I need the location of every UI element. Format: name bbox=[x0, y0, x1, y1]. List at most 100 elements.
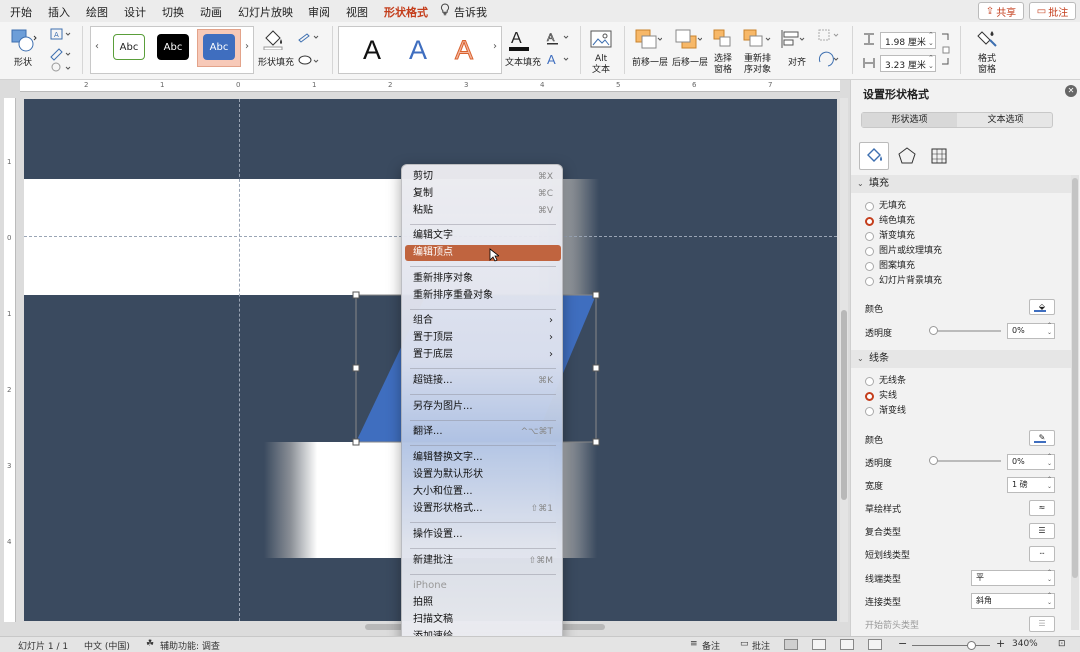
menu-item-send-to-back[interactable]: 置于底层 › bbox=[405, 347, 561, 363]
wordart-style-black[interactable]: A bbox=[363, 35, 381, 65]
menu-item-set-default-shape[interactable]: 设置为默认形状 bbox=[405, 467, 561, 483]
shape-style-swatch-blue[interactable]: Abc bbox=[203, 34, 235, 60]
align-icon[interactable] bbox=[780, 28, 806, 52]
vertical-guide[interactable] bbox=[239, 99, 240, 621]
normal-view-button[interactable] bbox=[784, 639, 798, 650]
height-stepper-icon[interactable]: ⌃ ⌄ bbox=[928, 31, 934, 47]
fill-color-picker[interactable]: ⬙ bbox=[1029, 299, 1055, 315]
wordart-style-orange-outline[interactable]: A bbox=[454, 35, 473, 66]
zoom-slider[interactable] bbox=[912, 645, 990, 646]
menu-item-bring-to-front[interactable]: 置于顶层 › bbox=[405, 330, 561, 346]
fill-line-category[interactable] bbox=[859, 142, 889, 170]
zoom-out-button[interactable]: − bbox=[898, 637, 907, 650]
language-indicator[interactable]: 中文 (中国) bbox=[84, 639, 130, 652]
zoom-level[interactable]: 340% bbox=[1012, 639, 1038, 649]
selection-pane-icon[interactable] bbox=[712, 28, 734, 52]
menu-item-edit-text[interactable]: 编辑文字 bbox=[405, 228, 561, 244]
shape-style-swatch-outline[interactable]: Abc bbox=[113, 34, 145, 60]
menu-item-format-shape[interactable]: 设置形状格式... ⇧⌘1 bbox=[405, 501, 561, 517]
slideshow-view-button[interactable] bbox=[868, 639, 882, 650]
gallery-next-icon[interactable]: › bbox=[493, 41, 497, 52]
tab-design[interactable]: 设计 bbox=[124, 4, 146, 20]
bring-forward-icon[interactable] bbox=[634, 28, 662, 52]
sketch-style-dropdown[interactable]: ≈ bbox=[1029, 500, 1055, 516]
share-button[interactable]: ⇪ 共享 bbox=[978, 2, 1024, 20]
menu-item-paste[interactable]: 粘贴 ⌘V bbox=[405, 203, 561, 219]
menu-item-hyperlink[interactable]: 超链接... ⌘K bbox=[405, 373, 561, 389]
format-pane-icon[interactable] bbox=[976, 28, 1000, 52]
tab-draw[interactable]: 绘图 bbox=[86, 4, 108, 20]
fill-option-pattern[interactable]: 图案填充 bbox=[865, 259, 1035, 273]
text-fill-icon[interactable]: A bbox=[508, 28, 530, 52]
line-option-none[interactable]: 无线条 bbox=[865, 374, 1035, 388]
tab-shape-format[interactable]: 形状格式 bbox=[384, 4, 428, 25]
canvas-vertical-scroll-thumb[interactable] bbox=[841, 310, 847, 500]
line-option-solid[interactable]: 实线 bbox=[865, 389, 1035, 403]
insert-shapes-icon[interactable] bbox=[10, 28, 38, 54]
gallery-prev-icon[interactable]: ‹ bbox=[95, 41, 99, 52]
pane-scroll-thumb[interactable] bbox=[1072, 178, 1078, 578]
reading-view-button[interactable] bbox=[840, 639, 854, 650]
tab-home[interactable]: 开始 bbox=[10, 4, 32, 20]
menu-item-edit-points[interactable]: 编辑顶点 bbox=[405, 245, 561, 261]
menu-item-scan-documents[interactable]: 扫描文稿 bbox=[405, 612, 561, 628]
slide-sorter-view-button[interactable] bbox=[812, 639, 826, 650]
begin-arrow-type-dropdown[interactable]: ☰ bbox=[1029, 616, 1055, 632]
line-option-gradient[interactable]: 渐变线 bbox=[865, 404, 1035, 418]
fill-option-none[interactable]: 无填充 bbox=[865, 199, 1035, 213]
line-transparency-input[interactable]: 0% bbox=[1007, 453, 1055, 470]
line-section-header[interactable]: ⌄ 线条 bbox=[851, 350, 1071, 368]
text-outline-effects-icons[interactable]: A A bbox=[544, 28, 574, 72]
tab-animations[interactable]: 动画 bbox=[200, 4, 222, 20]
line-color-picker[interactable]: ✎ bbox=[1029, 430, 1055, 446]
size-properties-icon[interactable] bbox=[929, 146, 949, 166]
cap-type-dropdown[interactable]: 平 bbox=[971, 569, 1055, 586]
tab-slideshow[interactable]: 幻灯片放映 bbox=[238, 4, 293, 20]
close-icon[interactable]: ✕ bbox=[1065, 85, 1077, 97]
tab-view[interactable]: 视图 bbox=[346, 4, 368, 20]
menu-item-take-photo[interactable]: 拍照 bbox=[405, 595, 561, 611]
dash-type-dropdown[interactable]: ┄ bbox=[1029, 546, 1055, 562]
group-rotate-icons[interactable] bbox=[816, 28, 846, 72]
menu-item-save-as-picture[interactable]: 另存为图片... bbox=[405, 399, 561, 415]
resize-handle[interactable] bbox=[352, 438, 360, 446]
compound-type-dropdown[interactable]: ☰ bbox=[1029, 523, 1055, 539]
line-transparency-slider[interactable] bbox=[931, 460, 1001, 462]
fill-option-slide-background[interactable]: 幻灯片背景填充 bbox=[865, 274, 1035, 288]
menu-item-size-position[interactable]: 大小和位置... bbox=[405, 484, 561, 500]
fill-option-picture-texture[interactable]: 图片或纹理填充 bbox=[865, 244, 1035, 258]
tab-tell-me[interactable]: 告诉我 bbox=[454, 4, 487, 20]
alt-text-icon[interactable] bbox=[590, 30, 612, 50]
zoom-in-button[interactable]: + bbox=[996, 637, 1005, 650]
resize-handle[interactable] bbox=[592, 364, 600, 372]
line-width-input[interactable]: 1 磅 bbox=[1007, 476, 1055, 493]
edit-shape-tools[interactable]: A bbox=[48, 27, 74, 73]
menu-item-group[interactable]: 组合 › bbox=[405, 313, 561, 329]
tab-shape-options[interactable]: 形状选项 bbox=[862, 113, 957, 127]
menu-item-new-comment[interactable]: 新建批注 ⇧⌘M bbox=[405, 553, 561, 569]
fill-transparency-slider-knob[interactable] bbox=[929, 326, 938, 335]
resize-handle[interactable] bbox=[352, 364, 360, 372]
comments-status-button[interactable]: 批注 bbox=[752, 639, 770, 652]
join-type-dropdown[interactable]: 斜角 bbox=[971, 592, 1055, 609]
fill-section-header[interactable]: ⌄ 填充 bbox=[851, 175, 1071, 193]
resize-handle[interactable] bbox=[592, 438, 600, 446]
tab-insert[interactable]: 插入 bbox=[48, 4, 70, 20]
line-transparency-slider-knob[interactable] bbox=[929, 456, 938, 465]
tab-review[interactable]: 审阅 bbox=[308, 4, 330, 20]
fill-option-solid[interactable]: 纯色填充 bbox=[865, 214, 1035, 228]
fit-to-window-icon[interactable]: ⊡ bbox=[1058, 639, 1066, 649]
shape-fill-icon[interactable] bbox=[262, 28, 288, 50]
menu-item-copy[interactable]: 复制 ⌘C bbox=[405, 186, 561, 202]
lock-aspect-ratio-icon[interactable] bbox=[940, 32, 952, 72]
fill-transparency-input[interactable]: 0% bbox=[1007, 322, 1055, 339]
fill-option-gradient[interactable]: 渐变填充 bbox=[865, 229, 1035, 243]
zoom-slider-knob[interactable] bbox=[967, 641, 976, 650]
notes-button[interactable]: 备注 bbox=[702, 639, 720, 652]
tab-text-options[interactable]: 文本选项 bbox=[958, 113, 1053, 127]
fill-transparency-slider[interactable] bbox=[931, 330, 1001, 332]
menu-item-cut[interactable]: 剪切 ⌘X bbox=[405, 169, 561, 185]
gallery-next-icon[interactable]: › bbox=[245, 41, 249, 52]
menu-item-action-settings[interactable]: 操作设置... bbox=[405, 527, 561, 543]
reorder-objects-icon[interactable] bbox=[742, 28, 772, 52]
